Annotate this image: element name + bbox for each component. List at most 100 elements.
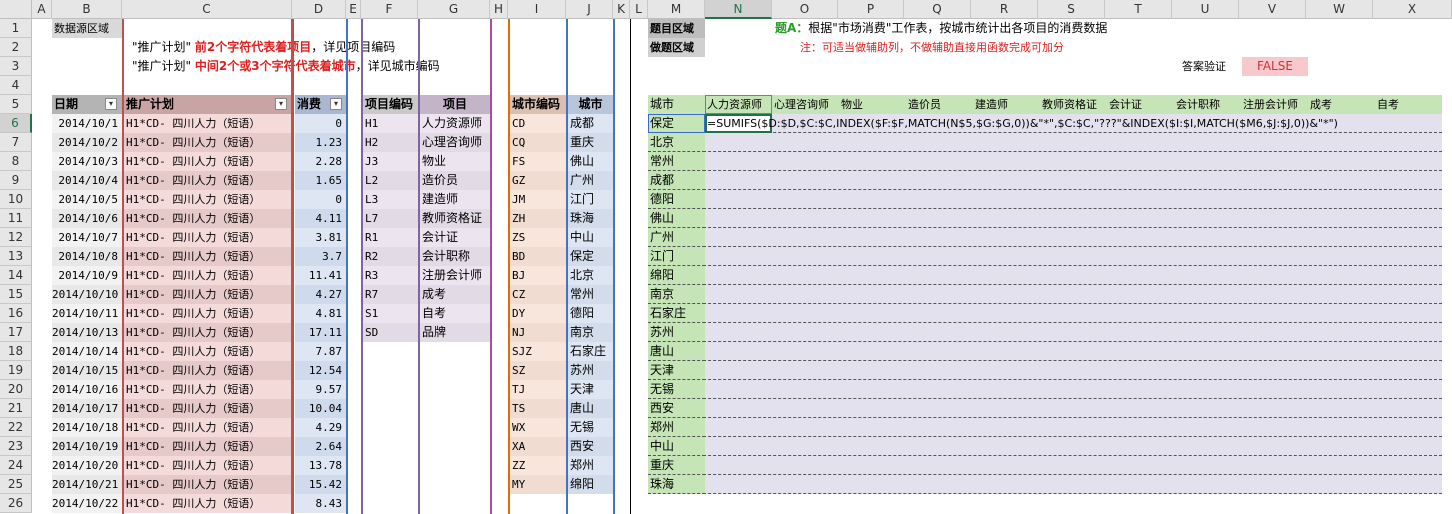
spreadsheet[interactable]: 数据源区域 题目区域 做题区域 "推广计划" 前2个字符代表着项目，详见项目编码… [0,0,1452,514]
answer-corner-city[interactable]: 城市 [648,95,705,114]
answer-city-cell[interactable]: 郑州 [648,418,705,437]
plan-cell[interactable]: H1*CD- 四川人力（短语） [124,209,291,228]
formula-in-cell[interactable]: =SUMIFS($D:$D,$C:$C,INDEX($F:$F,MATCH(N$… [707,114,1442,133]
project-code-cell[interactable]: SD [363,323,418,342]
project-cell[interactable]: 会计证 [420,228,490,247]
date-cell[interactable]: 2014/10/15 [52,361,122,380]
row-header[interactable]: 10 [0,190,32,209]
answer-city-cell[interactable]: 苏州 [648,323,705,342]
filter-button-plan[interactable]: ▾ [275,98,287,110]
spend-cell[interactable]: 17.11 [295,323,346,342]
spend-cell[interactable]: 8.43 [295,494,346,513]
answer-city-cell[interactable]: 重庆 [648,456,705,475]
column-header[interactable]: A [32,0,52,19]
answer-project-header[interactable]: 自考 [1377,95,1443,114]
city-cell[interactable]: 中山 [568,228,613,247]
date-cell[interactable]: 2014/10/14 [52,342,122,361]
spend-cell[interactable]: 12.54 [295,361,346,380]
project-code-cell[interactable]: R1 [363,228,418,247]
plan-cell[interactable]: H1*CD- 四川人力（短语） [124,228,291,247]
spend-cell[interactable]: 0 [295,190,346,209]
date-cell[interactable]: 2014/10/10 [52,285,122,304]
date-cell[interactable]: 2014/10/1 [52,114,122,133]
city-code-cell[interactable]: GZ [510,171,566,190]
date-cell[interactable]: 2014/10/5 [52,190,122,209]
column-header[interactable]: W [1306,0,1373,19]
row-header[interactable]: 22 [0,418,32,437]
spend-cell[interactable]: 0 [295,114,346,133]
column-header[interactable]: T [1105,0,1172,19]
city-code-cell[interactable]: BJ [510,266,566,285]
plan-cell[interactable]: H1*CD- 四川人力（短语） [124,285,291,304]
plan-cell[interactable]: H1*CD- 四川人力（短语） [124,494,291,513]
column-header[interactable]: E [346,0,361,19]
spend-cell[interactable]: 2.64 [295,437,346,456]
answer-row[interactable] [648,399,1442,418]
row-header[interactable]: 12 [0,228,32,247]
row-header[interactable]: 13 [0,247,32,266]
row-header[interactable]: 15 [0,285,32,304]
plan-cell[interactable]: H1*CD- 四川人力（短语） [124,266,291,285]
date-cell[interactable]: 2014/10/11 [52,304,122,323]
column-header[interactable]: C [122,0,292,19]
row-header[interactable]: 9 [0,171,32,190]
city-cell[interactable]: 苏州 [568,361,613,380]
column-header[interactable]: H [490,0,508,19]
header-project[interactable]: 项目 [420,95,490,114]
answer-city-cell[interactable]: 佛山 [648,209,705,228]
answer-row[interactable] [648,209,1442,228]
plan-cell[interactable]: H1*CD- 四川人力（短语） [124,418,291,437]
city-cell[interactable]: 天津 [568,380,613,399]
project-cell[interactable]: 建造师 [420,190,490,209]
row-header[interactable]: 26 [0,494,32,513]
answer-project-header[interactable]: 注册会计师 [1243,95,1309,114]
spend-cell[interactable]: 4.81 [295,304,346,323]
city-cell[interactable]: 广州 [568,171,613,190]
row-header[interactable]: 8 [0,152,32,171]
answer-city-cell[interactable]: 石家庄 [648,304,705,323]
row-header[interactable]: 20 [0,380,32,399]
date-cell[interactable]: 2014/10/17 [52,399,122,418]
row-header[interactable]: 25 [0,475,32,494]
spend-cell[interactable]: 3.81 [295,228,346,247]
project-cell[interactable]: 造价员 [420,171,490,190]
date-cell[interactable]: 2014/10/18 [52,418,122,437]
city-cell[interactable]: 北京 [568,266,613,285]
city-cell[interactable]: 石家庄 [568,342,613,361]
city-code-cell[interactable]: CZ [510,285,566,304]
plan-cell[interactable]: H1*CD- 四川人力（短语） [124,380,291,399]
answer-row[interactable] [648,361,1442,380]
column-header[interactable]: Q [904,0,971,19]
row-header[interactable]: 23 [0,437,32,456]
project-code-cell[interactable]: H2 [363,133,418,152]
answer-row[interactable] [648,456,1442,475]
city-code-cell[interactable]: DY [510,304,566,323]
answer-project-header[interactable]: 会计职称 [1176,95,1242,114]
city-code-cell[interactable]: TS [510,399,566,418]
city-code-cell[interactable]: ZS [510,228,566,247]
date-cell[interactable]: 2014/10/9 [52,266,122,285]
column-header[interactable]: B [52,0,122,19]
project-code-cell[interactable]: L2 [363,171,418,190]
answer-row[interactable] [648,475,1442,494]
answer-row[interactable] [648,190,1442,209]
column-header[interactable]: L [630,0,648,19]
header-plan[interactable]: 推广计划 [124,95,291,114]
project-code-cell[interactable]: J3 [363,152,418,171]
plan-cell[interactable]: H1*CD- 四川人力（短语） [124,190,291,209]
project-cell[interactable]: 教师资格证 [420,209,490,228]
city-code-cell[interactable]: ZH [510,209,566,228]
answer-row[interactable] [648,247,1442,266]
project-cell[interactable]: 人力资源师 [420,114,490,133]
city-code-cell[interactable]: CQ [510,133,566,152]
row-header[interactable]: 7 [0,133,32,152]
answer-row[interactable] [648,437,1442,456]
plan-cell[interactable]: H1*CD- 四川人力（短语） [124,133,291,152]
answer-city-cell[interactable]: 成都 [648,171,705,190]
date-cell[interactable]: 2014/10/4 [52,171,122,190]
spend-cell[interactable]: 1.65 [295,171,346,190]
city-cell[interactable]: 佛山 [568,152,613,171]
column-header[interactable]: G [418,0,490,19]
date-cell[interactable]: 2014/10/8 [52,247,122,266]
date-cell[interactable]: 2014/10/7 [52,228,122,247]
